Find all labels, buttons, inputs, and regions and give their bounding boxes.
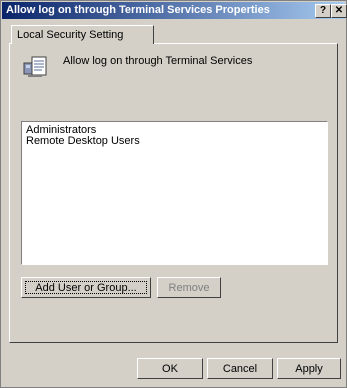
ok-label: OK [162,363,178,375]
cancel-label: Cancel [222,363,258,375]
policy-name: Allow log on through Terminal Services [63,55,253,67]
ok-button[interactable]: OK [137,358,203,379]
remove-button[interactable]: Remove [157,277,221,298]
properties-dialog: Allow log on through Terminal Services P… [0,0,347,388]
close-button[interactable]: ✕ [331,4,347,18]
apply-button[interactable]: Apply [277,358,341,379]
cancel-button[interactable]: Cancel [207,358,273,379]
add-user-or-group-button[interactable]: Add User or Group... [21,277,151,298]
tab-label: Local Security Setting [17,29,124,41]
apply-label: Apply [295,363,323,375]
add-user-or-group-label: Add User or Group... [35,282,137,294]
title-bar[interactable]: Allow log on through Terminal Services P… [2,2,347,19]
tab-local-security-setting[interactable]: Local Security Setting [11,25,154,44]
remove-label: Remove [168,282,210,294]
help-button[interactable]: ? [315,4,331,18]
window-title: Allow log on through Terminal Services P… [6,4,270,16]
members-list[interactable]: Administrators Remote Desktop Users [21,121,328,265]
policy-document-icon [23,56,47,77]
list-item[interactable]: Remote Desktop Users [26,135,140,147]
